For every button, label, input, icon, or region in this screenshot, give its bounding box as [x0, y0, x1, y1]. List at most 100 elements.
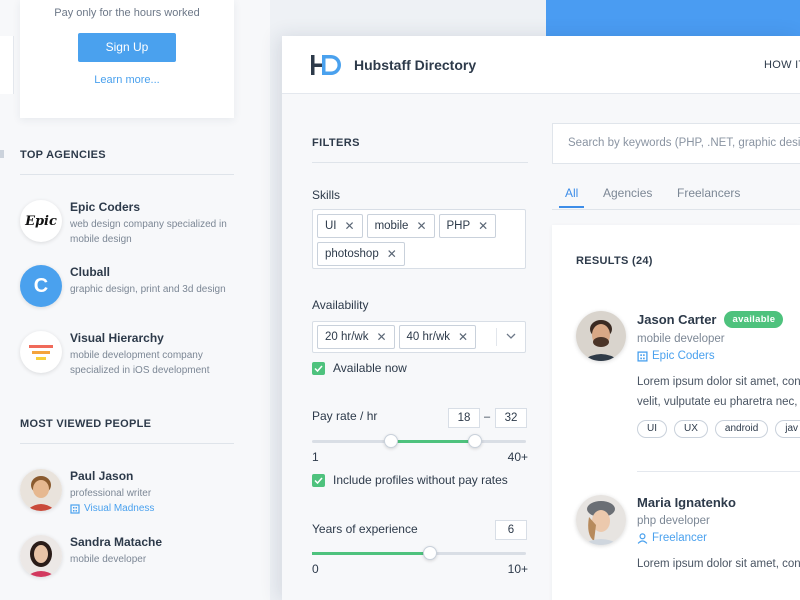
avatar-sandra-matache — [20, 535, 62, 577]
filters-title: FILTERS — [312, 137, 528, 163]
pay-rate-slider[interactable] — [312, 434, 526, 448]
skill-chip: UI ✕ — [317, 214, 363, 238]
results-count: RESULTS (24) — [576, 255, 653, 267]
background-sidebar: Pay only for the hours worked Sign Up Le… — [0, 0, 270, 600]
building-icon — [637, 350, 648, 362]
result-skill-list: UI UX android jav — [637, 420, 800, 438]
availability-chip: 40 hr/wk ✕ — [398, 325, 477, 349]
skills-tag-input[interactable]: UI ✕ mobile ✕ PHP ✕ photoshop ✕ — [312, 209, 526, 269]
skill-chip: photoshop ✕ — [317, 242, 405, 266]
person-name[interactable]: Sandra Matache — [70, 535, 234, 549]
result-bio-line: Lorem ipsum dolor sit amet, con — [637, 558, 800, 570]
result-role: php developer — [637, 515, 710, 527]
nav-how-it-works[interactable]: HOW IT — [764, 59, 800, 71]
person-icon — [637, 532, 648, 544]
agency-desc: mobile development company specialized i… — [70, 350, 210, 376]
close-icon[interactable]: ✕ — [387, 247, 397, 261]
directory-window: Hubstaff Directory HOW IT FILTERS Skills… — [282, 36, 800, 600]
result-name-row: Jason Carter available — [637, 311, 800, 328]
brand-name[interactable]: Hubstaff Directory — [354, 57, 476, 73]
experience-slider[interactable] — [312, 546, 526, 560]
pay-max-input[interactable]: 32 — [495, 408, 527, 428]
result-name[interactable]: Jason Carter — [637, 312, 716, 327]
range-dash: – — [484, 411, 491, 423]
close-icon[interactable]: ✕ — [376, 330, 386, 344]
agency-logo-epic-coders: Epic — [20, 200, 62, 242]
agency-name[interactable]: Visual Hierarchy — [70, 331, 234, 345]
agency-desc: graphic design, print and 3d design — [70, 284, 226, 295]
experience-fill — [312, 552, 430, 555]
result-role: mobile developer — [637, 333, 725, 345]
availability-select[interactable]: 20 hr/wk ✕ 40 hr/wk ✕ — [312, 321, 526, 353]
most-viewed-heading: MOST VIEWED PEOPLE — [20, 418, 234, 444]
signup-note: Pay only for the hours worked — [54, 7, 200, 19]
exp-scale-min: 0 — [312, 562, 319, 576]
background-header-strip — [546, 0, 800, 36]
tab-all[interactable]: All — [559, 186, 585, 208]
signup-card: Pay only for the hours worked Sign Up Le… — [20, 0, 234, 118]
hubstaff-logo-icon[interactable] — [311, 53, 345, 77]
offscreen-card-edge — [0, 36, 14, 94]
learn-more-link[interactable]: Learn more... — [20, 74, 234, 86]
agency-name[interactable]: Epic Coders — [70, 200, 234, 214]
person-role: professional writer — [70, 488, 152, 499]
result-bio-line: velit, vulputate eu pharetra nec, n — [637, 396, 800, 408]
agency-logo-cluball: C — [20, 265, 62, 307]
pay-scale-max: 40+ — [507, 450, 528, 464]
top-agencies-heading: TOP AGENCIES — [20, 149, 234, 175]
top-navigation-bar: Hubstaff Directory HOW IT — [282, 36, 800, 94]
avatar-paul-jason — [20, 469, 62, 511]
close-icon[interactable]: ✕ — [345, 219, 355, 233]
experience-label: Years of experience — [312, 522, 418, 536]
pay-min-input[interactable]: 18 — [448, 408, 480, 428]
checkmark-icon[interactable] — [312, 473, 325, 487]
agency-logo-visual-hierarchy — [20, 331, 62, 373]
agency-desc: web design company specialized in mobile… — [70, 219, 227, 245]
result-name-row: Maria Ignatenko — [637, 495, 800, 510]
available-now-checkbox[interactable]: Available now — [312, 361, 407, 375]
tab-freelancers[interactable]: Freelancers — [677, 186, 740, 207]
availability-chip: 20 hr/wk ✕ — [317, 325, 395, 349]
tab-agencies[interactable]: Agencies — [603, 186, 652, 207]
person-role: mobile developer — [70, 554, 147, 565]
result-company-link[interactable]: Epic Coders — [637, 350, 800, 362]
result-tabs: All Agencies Freelancers — [552, 186, 800, 210]
result-name[interactable]: Maria Ignatenko — [637, 495, 736, 510]
experience-input[interactable]: 6 — [495, 520, 527, 540]
include-no-rate-checkbox[interactable]: Include profiles without pay rates — [312, 473, 508, 487]
sign-up-button[interactable]: Sign Up — [78, 33, 176, 62]
stacked-bars-icon — [29, 345, 53, 360]
agency-name[interactable]: Cluball — [70, 265, 234, 279]
skill-tag[interactable]: UI — [637, 420, 667, 438]
checkmark-icon[interactable] — [312, 361, 325, 375]
pay-rate-fill — [391, 440, 475, 443]
skills-label: Skills — [312, 188, 341, 202]
avatar-jason-carter — [576, 311, 626, 361]
close-icon[interactable]: ✕ — [416, 219, 426, 233]
pay-max-handle[interactable] — [467, 434, 482, 448]
person-name[interactable]: Paul Jason — [70, 469, 234, 483]
offscreen-marker — [0, 150, 4, 158]
skill-chip: mobile ✕ — [366, 214, 435, 238]
select-divider — [496, 328, 497, 346]
search-input[interactable]: Search by keywords (PHP, .NET, graphic d… — [552, 123, 800, 164]
person-company-link[interactable]: Visual Madness — [70, 503, 234, 514]
skill-tag[interactable]: android — [714, 420, 769, 438]
pay-rate-label: Pay rate / hr — [312, 409, 378, 423]
result-freelancer-link[interactable]: Freelancer — [637, 532, 800, 544]
exp-scale-max: 10+ — [507, 562, 528, 576]
availability-label: Availability — [312, 298, 369, 312]
skill-tag[interactable]: jav — [775, 420, 800, 438]
experience-handle[interactable] — [422, 546, 437, 560]
pay-min-handle[interactable] — [384, 434, 399, 448]
building-icon — [70, 503, 80, 514]
skill-tag[interactable]: UX — [674, 420, 708, 438]
results-panel: RESULTS (24) Jason Carter available mobi… — [552, 225, 800, 600]
result-bio-line: Lorem ipsum dolor sit amet, con — [637, 376, 800, 388]
close-icon[interactable]: ✕ — [458, 330, 468, 344]
close-icon[interactable]: ✕ — [478, 219, 488, 233]
chevron-down-icon[interactable] — [505, 330, 517, 342]
skill-chip: PHP ✕ — [438, 214, 497, 238]
avatar-maria-ignatenko — [576, 495, 626, 545]
pay-scale-min: 1 — [312, 450, 319, 464]
